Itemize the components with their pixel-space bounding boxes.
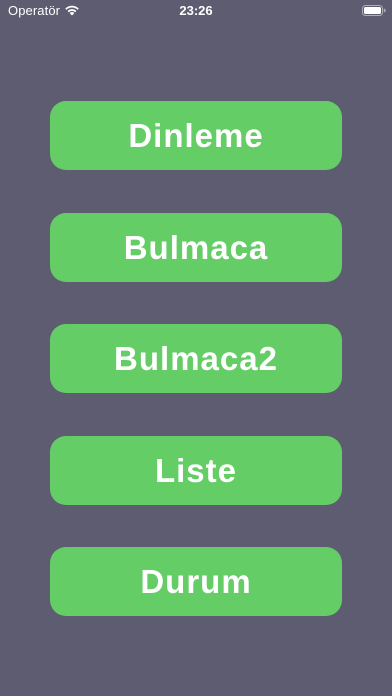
- bulmaca-button[interactable]: Bulmaca: [50, 213, 342, 282]
- dinleme-button[interactable]: Dinleme: [50, 101, 342, 170]
- bulmaca2-button[interactable]: Bulmaca2: [50, 324, 342, 393]
- durum-button[interactable]: Durum: [50, 547, 342, 616]
- main-menu: Dinleme Bulmaca Bulmaca2 Liste Durum: [0, 0, 392, 696]
- liste-button[interactable]: Liste: [50, 436, 342, 505]
